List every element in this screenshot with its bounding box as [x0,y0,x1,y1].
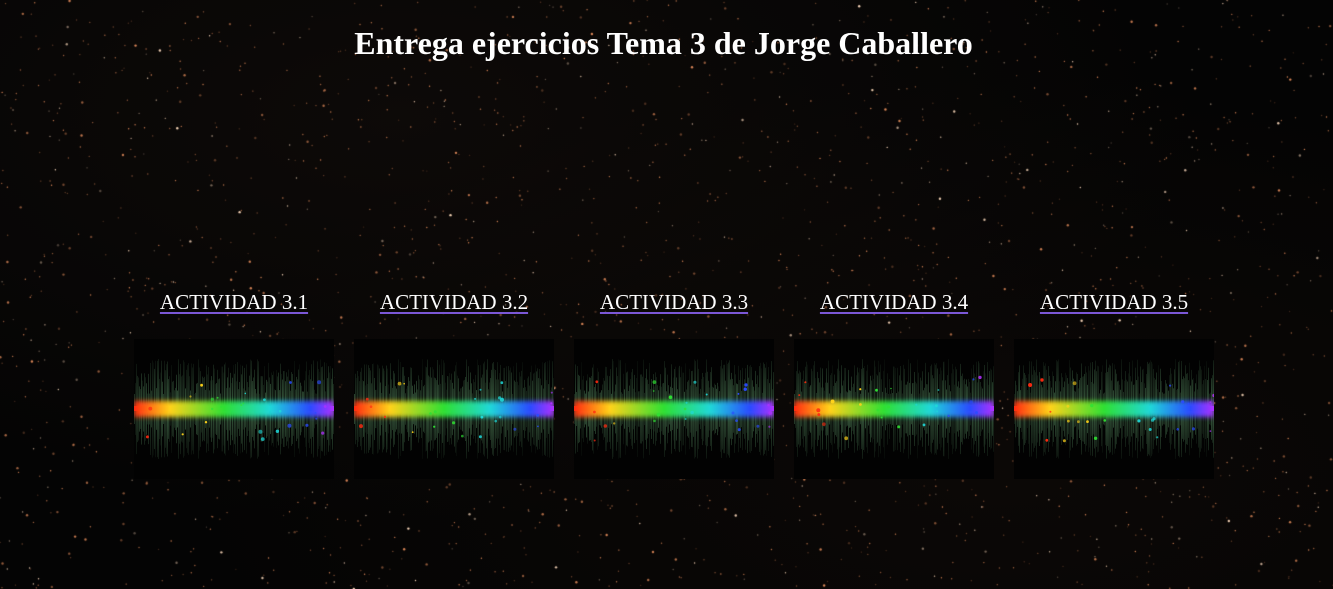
activity-card-3-4: ACTIVIDAD 3.4 [794,287,994,479]
page-title: Entrega ejercicios Tema 3 de Jorge Cabal… [354,25,973,61]
page-background: Entrega ejercicios Tema 3 de Jorge Cabal… [0,0,1333,589]
activity-card-3-3: ACTIVIDAD 3.3 [574,287,774,479]
activity-link-3-3[interactable]: ACTIVIDAD 3.3 [574,287,774,317]
activity-link-3-5[interactable]: ACTIVIDAD 3.5 [1014,287,1214,317]
activity-link-3-4[interactable]: ACTIVIDAD 3.4 [794,287,994,317]
rainbow-spectrum-image[interactable] [794,339,994,479]
activity-card-3-1: ACTIVIDAD 3.1 [134,287,334,479]
activity-card-3-2: ACTIVIDAD 3.2 [354,287,554,479]
activity-link-3-2[interactable]: ACTIVIDAD 3.2 [354,287,554,317]
rainbow-spectrum-image[interactable] [134,339,334,479]
rainbow-spectrum-image[interactable] [354,339,554,479]
rainbow-spectrum-image[interactable] [574,339,774,479]
activity-card-3-5: ACTIVIDAD 3.5 [1014,287,1214,479]
activity-link-3-1[interactable]: ACTIVIDAD 3.1 [134,287,334,317]
rainbow-spectrum-image[interactable] [1014,339,1214,479]
